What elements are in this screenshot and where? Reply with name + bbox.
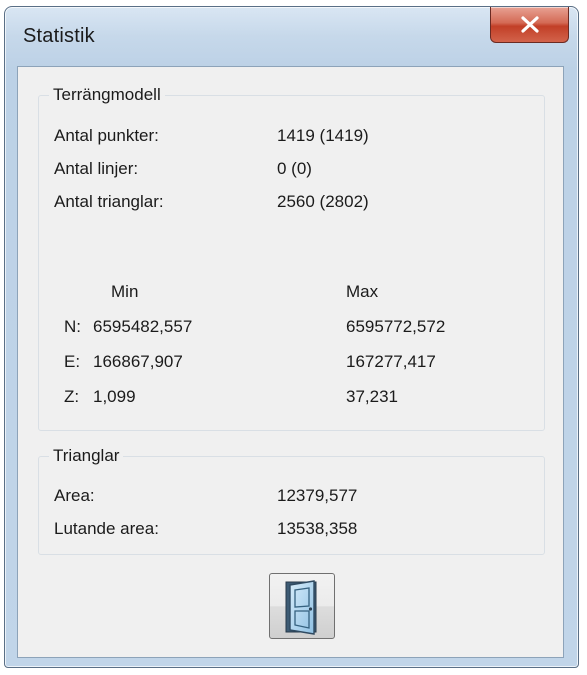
min-header: Min — [111, 282, 139, 301]
exit-button[interactable] — [269, 573, 335, 639]
terrain-model-legend: Terrängmodell — [49, 85, 165, 105]
close-x-icon — [521, 16, 539, 33]
triangles-group: Trianglar Area: 12379,577 Lutande area: … — [38, 446, 545, 555]
triangle-count-value: 2560 (2802) — [277, 192, 369, 211]
coord-z-max: 37,231 — [346, 387, 398, 406]
line-count-value: 0 (0) — [277, 159, 312, 178]
dialog-content: Terrängmodell Antal punkter: 1419 (1419)… — [17, 66, 564, 658]
close-button[interactable] — [490, 7, 569, 43]
triangles-legend: Trianglar — [49, 446, 124, 466]
coord-z-min: 1,099 — [93, 387, 136, 406]
line-count-label: Antal linjer: — [54, 159, 139, 178]
coord-n-max: 6595772,572 — [346, 317, 446, 336]
coord-n-min: 6595482,557 — [93, 317, 193, 336]
coord-axis-n: N: — [64, 317, 81, 336]
point-count-value: 1419 (1419) — [277, 126, 369, 145]
triangle-count-label: Antal trianglar: — [54, 192, 164, 211]
sloped-area-value: 13538,358 — [277, 519, 358, 538]
window-title: Statistik — [23, 25, 95, 47]
point-count-label: Antal punkter: — [54, 126, 159, 145]
statistics-dialog: Statistik Terrängmodell Antal punkter: 1… — [4, 6, 579, 668]
area-value: 12379,577 — [277, 486, 358, 505]
area-label: Area: — [54, 486, 95, 505]
sloped-area-label: Lutande area: — [54, 519, 159, 538]
coord-axis-z: Z: — [64, 387, 80, 406]
max-header: Max — [346, 282, 379, 301]
title-bar[interactable]: Statistik — [5, 7, 578, 65]
door-exit-icon — [285, 580, 317, 635]
coord-axis-e: E: — [64, 352, 81, 371]
coord-e-max: 167277,417 — [346, 352, 436, 371]
coord-e-min: 166867,907 — [93, 352, 183, 371]
terrain-model-group: Terrängmodell Antal punkter: 1419 (1419)… — [38, 85, 545, 431]
